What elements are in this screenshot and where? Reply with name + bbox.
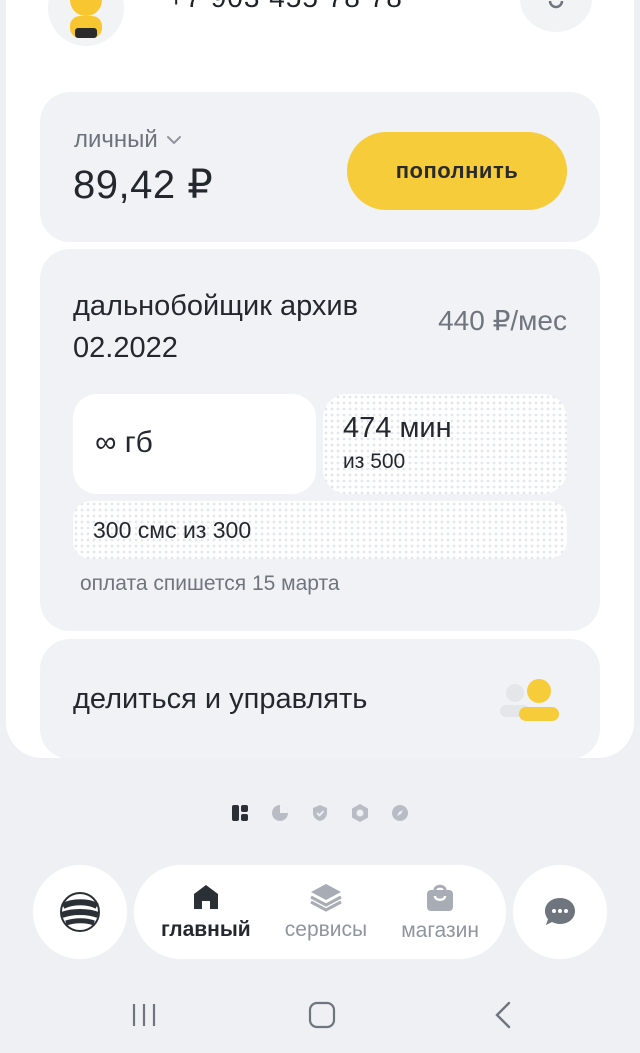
beeline-logo-icon bbox=[60, 892, 100, 932]
sms-tile[interactable]: 300 смс из 300 bbox=[73, 501, 567, 559]
payment-note: оплата спишется 15 марта bbox=[80, 572, 340, 595]
tariff-name: дальнобойщик архив 02.2022 bbox=[73, 290, 359, 364]
sms-amount: 300 смс из 300 bbox=[93, 517, 252, 543]
recent-apps-icon bbox=[132, 1004, 156, 1026]
internet-amount: ∞ гб bbox=[95, 426, 153, 459]
minutes-tile[interactable]: 474 мин из 500 bbox=[323, 394, 567, 494]
widgets-icon[interactable] bbox=[230, 803, 250, 823]
balance-amount: 89,42 ₽ bbox=[73, 163, 214, 207]
bottom-navigation: главный сервисы магазин bbox=[134, 865, 506, 959]
tariff-price: 440 ₽/мес bbox=[438, 305, 567, 336]
minutes-total: из 500 bbox=[343, 450, 406, 473]
refresh-icon bbox=[548, 0, 564, 9]
shield-icon[interactable] bbox=[310, 803, 330, 823]
balance-card: личный 89,42 ₽ пополнить bbox=[40, 92, 600, 242]
chat-button[interactable] bbox=[513, 865, 607, 959]
home-square-icon bbox=[308, 1001, 336, 1029]
internet-tile[interactable]: ∞ гб bbox=[73, 394, 316, 494]
home-system-button[interactable] bbox=[302, 997, 342, 1033]
account-selector[interactable]: личный bbox=[74, 126, 182, 154]
system-navigation-bar bbox=[0, 975, 640, 1053]
home-icon bbox=[193, 885, 218, 909]
users-icon bbox=[500, 679, 559, 721]
page-indicator bbox=[230, 802, 410, 824]
phone-number: +7 903 455 78 78 bbox=[168, 0, 403, 14]
pie-icon[interactable] bbox=[270, 803, 290, 823]
nav-label-main: главный bbox=[161, 918, 251, 941]
nav-item-main[interactable]: главный bbox=[161, 882, 251, 942]
brand-logo-button[interactable] bbox=[33, 865, 127, 959]
nav-label-services: сервисы bbox=[284, 918, 368, 941]
compass-icon[interactable] bbox=[390, 803, 410, 823]
tariff-card[interactable]: дальнобойщик архив 02.2022 440 ₽/мес ∞ г… bbox=[40, 249, 600, 631]
layers-icon bbox=[310, 884, 342, 912]
back-chevron-icon bbox=[495, 1001, 511, 1029]
share-manage-label: делиться и управлять bbox=[73, 683, 368, 715]
nav-label-shop: магазин bbox=[401, 919, 479, 942]
recent-apps-button[interactable] bbox=[124, 997, 164, 1033]
back-button[interactable] bbox=[483, 997, 523, 1033]
account-label: личный bbox=[74, 126, 158, 153]
hexagon-icon[interactable] bbox=[350, 803, 370, 823]
shopping-bag-icon bbox=[427, 884, 454, 911]
nav-item-services[interactable]: сервисы bbox=[285, 882, 367, 942]
chat-icon bbox=[545, 898, 575, 925]
topup-button[interactable]: пополнить bbox=[347, 132, 567, 210]
share-manage-card[interactable]: делиться и управлять bbox=[40, 639, 600, 759]
chevron-down-icon bbox=[166, 136, 181, 145]
nav-item-shop[interactable]: магазин bbox=[401, 881, 479, 943]
minutes-left: 474 мин bbox=[343, 412, 452, 444]
